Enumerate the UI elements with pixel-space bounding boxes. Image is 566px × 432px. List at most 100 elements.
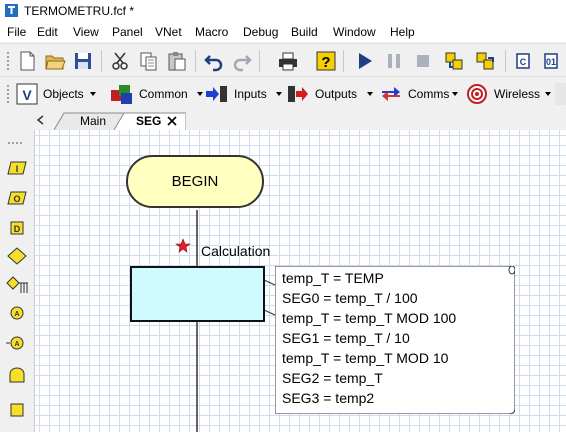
tabs-bar: Main SEG: [0, 110, 566, 130]
tab-seg[interactable]: SEG: [114, 112, 186, 130]
svg-text:O: O: [13, 194, 20, 204]
scroll-left-icon[interactable]: [35, 114, 47, 126]
menu-panel[interactable]: Panel: [112, 25, 143, 39]
begin-terminator[interactable]: BEGIN: [126, 155, 264, 208]
comms-menu-button[interactable]: Comms: [379, 82, 461, 106]
grip-icon: [8, 142, 22, 144]
compile-icon[interactable]: 01: [541, 50, 563, 72]
inputs-menu-button[interactable]: Inputs: [205, 82, 285, 106]
comms-label: Comms: [408, 87, 450, 101]
copy-icon[interactable]: [138, 50, 160, 72]
comment-box[interactable]: temp_T = TEMP SEG0 = temp_T / 100 temp_T…: [275, 266, 515, 414]
comment-line: SEG3 = temp2: [282, 390, 375, 406]
redo-icon[interactable]: [231, 50, 253, 72]
open-folder-icon[interactable]: [44, 50, 66, 72]
begin-label: BEGIN: [171, 173, 219, 190]
close-icon[interactable]: [167, 116, 177, 126]
common-cube-icon: [111, 85, 132, 104]
menu-file[interactable]: File: [7, 25, 26, 39]
wireless-label: Wireless: [494, 87, 541, 101]
common-label: Common: [139, 87, 188, 101]
outputs-label: Outputs: [315, 87, 358, 101]
common-menu-button[interactable]: Common: [110, 82, 205, 106]
connection-point-icon[interactable]: A: [10, 306, 24, 320]
step-over-icon[interactable]: [474, 50, 496, 72]
tab-main-label: Main: [80, 114, 107, 128]
chevron-down-icon: [197, 92, 203, 96]
decision-icon[interactable]: [7, 247, 27, 265]
tab-seg-label: SEG: [136, 114, 162, 128]
outputs-icon: [288, 86, 308, 102]
component-macro-icon[interactable]: [9, 367, 25, 383]
menu-vnet[interactable]: VNet: [155, 25, 182, 39]
svg-text:?: ?: [321, 54, 330, 71]
inputs-icon: [206, 86, 227, 102]
icon-palette: I O D A A: [0, 130, 35, 432]
undo-icon[interactable]: [203, 50, 225, 72]
toolbar-overflow[interactable]: [555, 83, 566, 105]
calculation-label: Calculation: [201, 243, 271, 259]
input-icon[interactable]: I: [7, 161, 27, 175]
wireless-menu-button[interactable]: Wireless: [465, 82, 566, 106]
outputs-menu-button[interactable]: Outputs: [286, 82, 376, 106]
component-toolbar: V Objects Common Inputs Outputs Comms Wi…: [0, 76, 566, 110]
svg-text:A: A: [14, 341, 19, 348]
menu-view[interactable]: View: [73, 25, 99, 39]
svg-text:C: C: [520, 57, 527, 67]
svg-text:01: 01: [546, 57, 556, 67]
chip-program-icon[interactable]: C: [512, 50, 534, 72]
save-icon[interactable]: [72, 50, 94, 72]
menu-edit[interactable]: Edit: [37, 25, 58, 39]
stop-icon[interactable]: [412, 50, 434, 72]
menu-build[interactable]: Build: [291, 25, 318, 39]
wireless-icon: [467, 84, 487, 104]
grip-icon: [7, 52, 9, 70]
app-icon: [5, 4, 18, 17]
inputs-label: Inputs: [234, 87, 267, 101]
window-title: TERMOMETRU.fcf *: [24, 4, 134, 18]
comment-line: temp_T = TEMP: [282, 270, 384, 286]
menu-bar: File Edit View Panel VNet Macro Debug Bu…: [0, 22, 566, 42]
svg-text:A: A: [14, 311, 19, 318]
chevron-down-icon: [276, 92, 282, 96]
paste-icon[interactable]: [166, 50, 188, 72]
objects-menu-button[interactable]: V Objects: [16, 82, 100, 106]
comment-connector: [263, 279, 276, 286]
svg-text:D: D: [14, 224, 21, 234]
menu-window[interactable]: Window: [333, 25, 376, 39]
objects-label: Objects: [43, 87, 84, 101]
cut-icon[interactable]: [109, 50, 131, 72]
svg-text:V: V: [22, 87, 32, 103]
menu-help[interactable]: Help: [390, 25, 415, 39]
bookmark-star-icon: [175, 238, 191, 253]
calculation-icon[interactable]: [10, 403, 24, 417]
output-icon[interactable]: O: [7, 191, 27, 205]
chevron-down-icon: [367, 92, 373, 96]
print-icon[interactable]: [277, 50, 299, 72]
step-into-icon[interactable]: [443, 50, 465, 72]
grip-icon: [7, 85, 9, 103]
comment-text: temp_T = TEMP SEG0 = temp_T / 100 temp_T…: [282, 268, 456, 408]
switch-icon[interactable]: [6, 276, 28, 293]
chevron-down-icon: [545, 92, 551, 96]
pause-icon[interactable]: [383, 50, 405, 72]
title-bar: TERMOMETRU.fcf *: [0, 0, 566, 22]
chevron-down-icon: [90, 92, 96, 96]
run-icon[interactable]: [354, 50, 376, 72]
flowchart-canvas[interactable]: BEGIN Calculation temp_T = TEMP SEG0 = t…: [35, 130, 566, 432]
comment-connector: [263, 309, 276, 316]
calculation-block[interactable]: [130, 266, 265, 322]
help-icon[interactable]: ?: [315, 50, 337, 72]
comment-line: temp_T = temp_T MOD 10: [282, 350, 449, 366]
menu-macro[interactable]: Macro: [195, 25, 228, 39]
objects-icon: V: [16, 83, 38, 105]
delay-icon[interactable]: D: [10, 221, 24, 235]
comment-line: temp_T = temp_T MOD 100: [282, 310, 457, 326]
new-file-icon[interactable]: [16, 50, 38, 72]
palette-icons: I O D A A: [6, 142, 28, 417]
comment-line: SEG2 = temp_T: [282, 370, 383, 386]
svg-text:I: I: [16, 164, 19, 174]
comment-line: SEG1 = temp_T / 10: [282, 330, 410, 346]
menu-debug[interactable]: Debug: [243, 25, 278, 39]
goto-icon[interactable]: A: [6, 336, 24, 350]
